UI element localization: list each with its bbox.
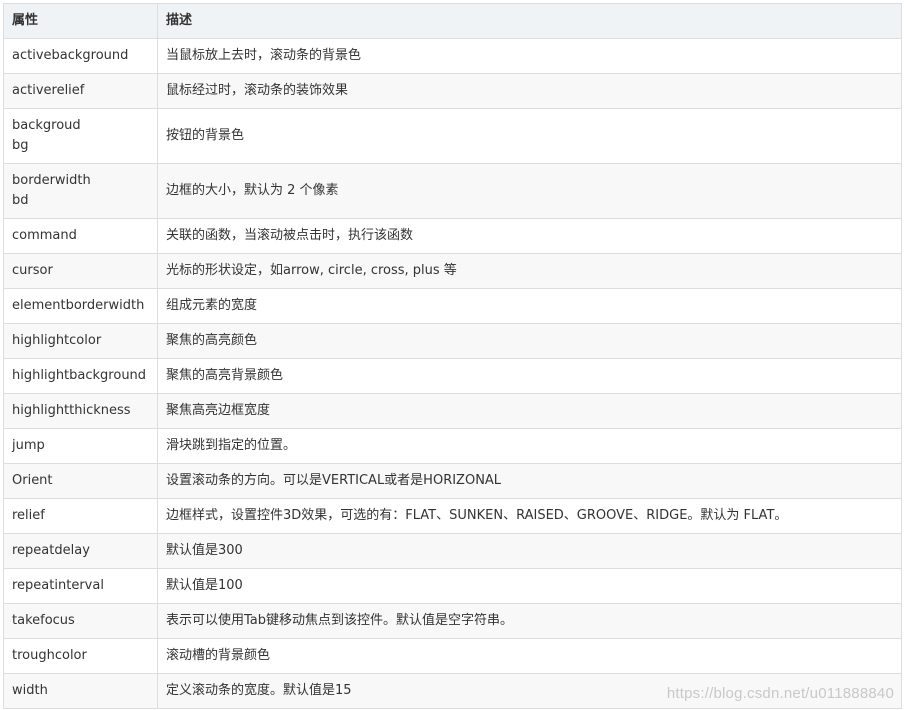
attribute-description: 默认值是300 — [157, 533, 902, 569]
attribute-description: 边框的大小，默认为 2 个像素 — [157, 163, 902, 219]
attribute-description: 默认值是100 — [157, 568, 902, 604]
table-row: borderwidth bd 边框的大小，默认为 2 个像素 — [3, 163, 902, 219]
attribute-name: activerelief — [3, 73, 158, 109]
attribute-name: command — [3, 218, 158, 254]
table-row: highlightthickness 聚焦高亮边框宽度 — [3, 393, 902, 429]
table-body: activebackground 当鼠标放上去时，滚动条的背景色 activer… — [3, 38, 902, 709]
header-attribute: 属性 — [3, 3, 158, 39]
attribute-alias: bg — [12, 138, 29, 153]
table-row: relief 边框样式，设置控件3D效果，可选的有：FLAT、SUNKEN、RA… — [3, 498, 902, 534]
table-row: troughcolor 滚动槽的背景颜色 — [3, 638, 902, 674]
attribute-alias: bd — [12, 193, 29, 208]
attribute-name: Orient — [3, 463, 158, 499]
table-row: Orient 设置滚动条的方向。可以是VERTICAL或者是HORIZONAL — [3, 463, 902, 499]
table-row: elementborderwidth 组成元素的宽度 — [3, 288, 902, 324]
attribute-description: 关联的函数，当滚动被点击时，执行该函数 — [157, 218, 902, 254]
attribute-description: 聚焦的高亮颜色 — [157, 323, 902, 359]
attribute-name: cursor — [3, 253, 158, 289]
table-row: highlightbackground 聚焦的高亮背景颜色 — [3, 358, 902, 394]
attribute-name: troughcolor — [3, 638, 158, 674]
table-row: width 定义滚动条的宽度。默认值是15 — [3, 673, 902, 709]
attribute-description: 滚动槽的背景颜色 — [157, 638, 902, 674]
table-row: activerelief 鼠标经过时，滚动条的装饰效果 — [3, 73, 902, 109]
attribute-description: 鼠标经过时，滚动条的装饰效果 — [157, 73, 902, 109]
attribute-description: 聚焦的高亮背景颜色 — [157, 358, 902, 394]
attribute-description: 组成元素的宽度 — [157, 288, 902, 324]
attribute-name: jump — [3, 428, 158, 464]
attribute-description: 按钮的背景色 — [157, 108, 902, 164]
attribute-name: borderwidth — [12, 173, 91, 188]
attribute-name: relief — [3, 498, 158, 534]
header-row: 属性 描述 — [3, 3, 902, 39]
attribute-name: elementborderwidth — [3, 288, 158, 324]
table-row: backgroud bg 按钮的背景色 — [3, 108, 902, 164]
table-row: activebackground 当鼠标放上去时，滚动条的背景色 — [3, 38, 902, 74]
table-row: command 关联的函数，当滚动被点击时，执行该函数 — [3, 218, 902, 254]
attribute-description: 定义滚动条的宽度。默认值是15 — [157, 673, 902, 709]
properties-table: 属性 描述 activebackground 当鼠标放上去时，滚动条的背景色 a… — [3, 3, 902, 709]
attribute-name: width — [3, 673, 158, 709]
header-description: 描述 — [157, 3, 902, 39]
attribute-description: 表示可以使用Tab键移动焦点到该控件。默认值是空字符串。 — [157, 603, 902, 639]
attribute-name: takefocus — [3, 603, 158, 639]
table-row: takefocus 表示可以使用Tab键移动焦点到该控件。默认值是空字符串。 — [3, 603, 902, 639]
attribute-name: repeatdelay — [3, 533, 158, 569]
table-row: highlightcolor 聚焦的高亮颜色 — [3, 323, 902, 359]
attribute-name-cell: borderwidth bd — [3, 163, 158, 219]
table-row: jump 滑块跳到指定的位置。 — [3, 428, 902, 464]
table-header: 属性 描述 — [3, 3, 902, 39]
table-row: repeatinterval 默认值是100 — [3, 568, 902, 604]
attribute-description: 边框样式，设置控件3D效果，可选的有：FLAT、SUNKEN、RAISED、GR… — [157, 498, 902, 534]
attribute-name: highlightthickness — [3, 393, 158, 429]
attribute-name: backgroud — [12, 118, 81, 133]
table-row: cursor 光标的形状设定，如arrow, circle, cross, pl… — [3, 253, 902, 289]
table-row: repeatdelay 默认值是300 — [3, 533, 902, 569]
attribute-name: highlightbackground — [3, 358, 158, 394]
attribute-description: 设置滚动条的方向。可以是VERTICAL或者是HORIZONAL — [157, 463, 902, 499]
attribute-name-cell: backgroud bg — [3, 108, 158, 164]
attribute-name: repeatinterval — [3, 568, 158, 604]
attribute-description: 光标的形状设定，如arrow, circle, cross, plus 等 — [157, 253, 902, 289]
attribute-description: 当鼠标放上去时，滚动条的背景色 — [157, 38, 902, 74]
attribute-description: 聚焦高亮边框宽度 — [157, 393, 902, 429]
attribute-name: activebackground — [3, 38, 158, 74]
attribute-name: highlightcolor — [3, 323, 158, 359]
attribute-description: 滑块跳到指定的位置。 — [157, 428, 902, 464]
